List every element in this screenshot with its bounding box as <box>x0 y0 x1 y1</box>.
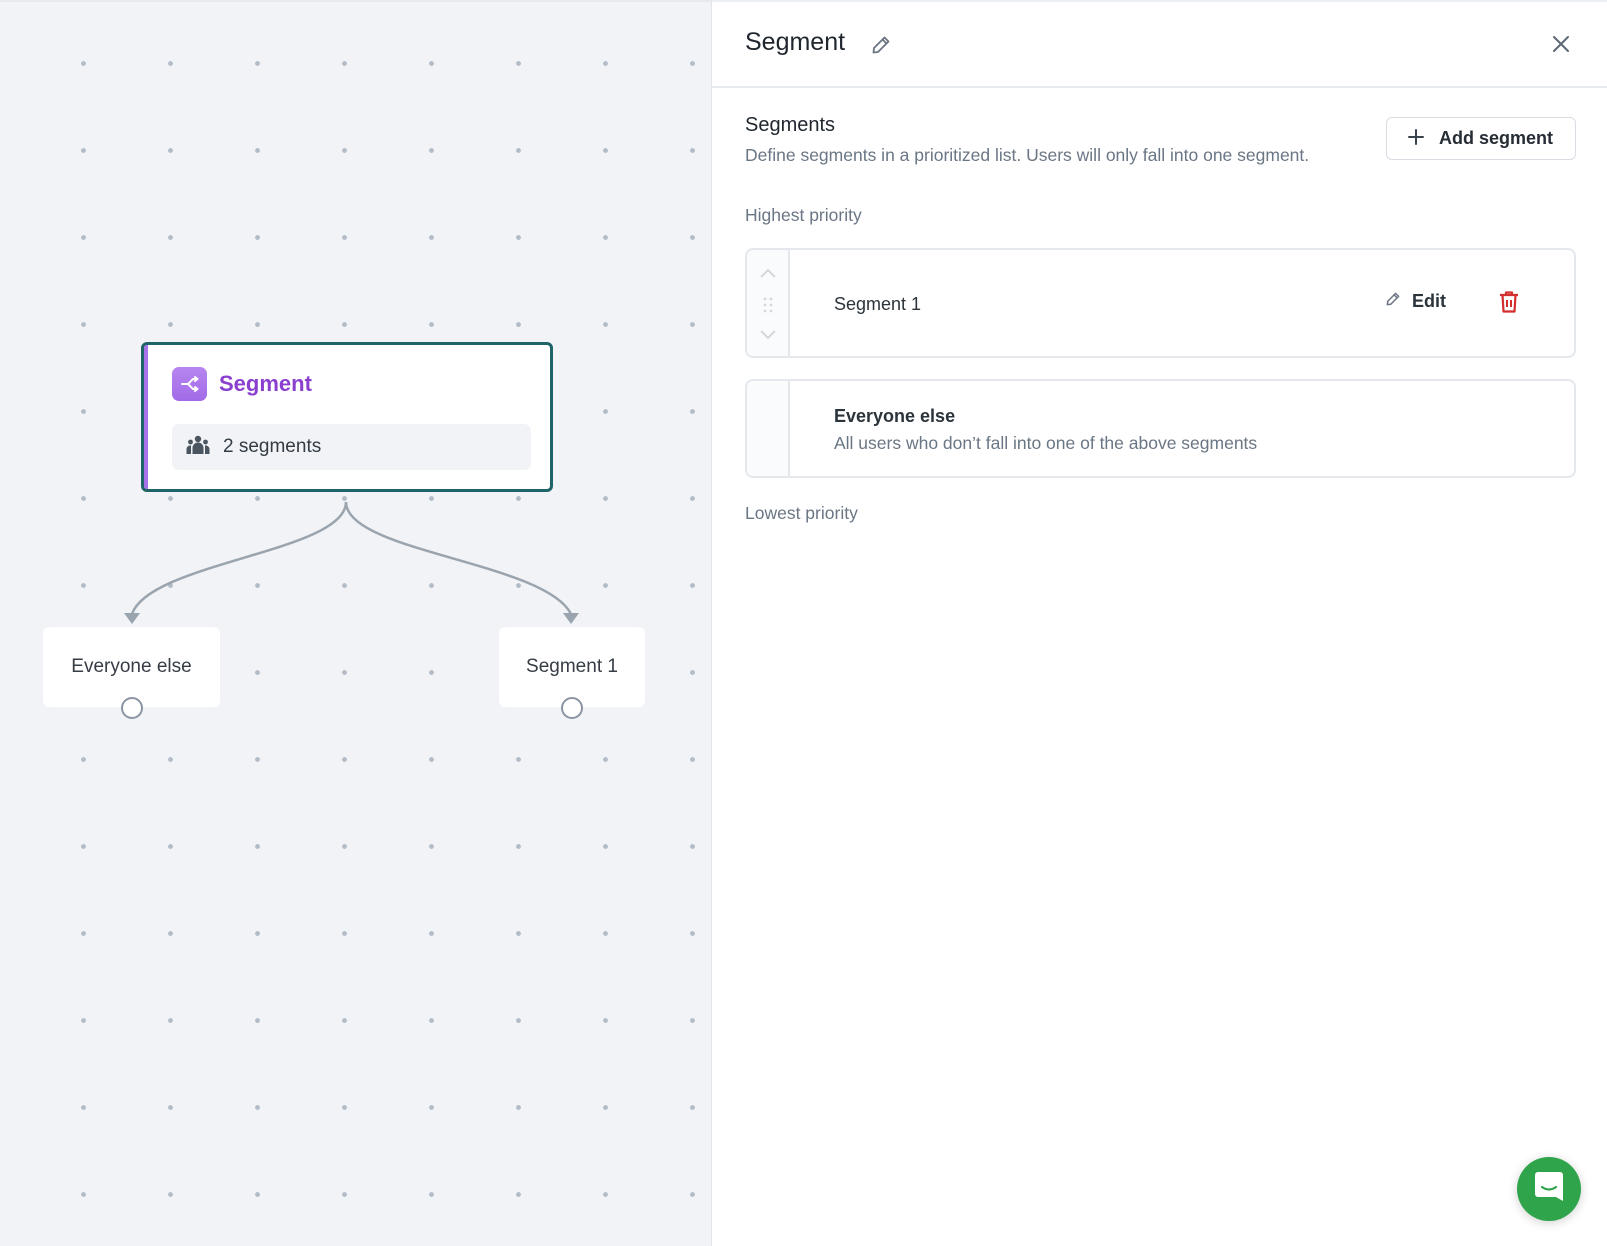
output-port[interactable] <box>120 697 143 719</box>
branch-label: Segment 1 <box>526 656 618 677</box>
reorder-handle[interactable] <box>747 250 790 356</box>
pencil-icon[interactable] <box>869 33 893 57</box>
fallback-description: All users who don’t fall into one of the… <box>834 433 1258 453</box>
edit-label: Edit <box>1412 291 1446 311</box>
arrowhead-segment-1 <box>563 613 579 624</box>
segment-node-title: Segment <box>219 371 312 396</box>
segment-name: Segment 1 <box>834 294 922 314</box>
add-segment-label: Add segment <box>1439 128 1554 148</box>
pencil-icon <box>1384 290 1402 313</box>
panel-header: Segment <box>712 2 1607 88</box>
edit-segment-button[interactable]: Edit <box>1384 290 1446 313</box>
segment-count: 2 segments <box>172 424 531 470</box>
node-accent-bar <box>144 345 148 489</box>
split-icon <box>172 367 207 401</box>
edge-to-everyone-else <box>130 501 348 615</box>
branch-label: Everyone else <box>71 656 192 677</box>
branch-edges <box>124 501 579 624</box>
segment-count-label: 2 segments <box>223 436 322 457</box>
fallback-segment-item: Everyone else All users who don’t fall i… <box>745 379 1576 478</box>
users-icon <box>186 435 210 460</box>
edge-to-segment-1 <box>344 501 573 615</box>
branch-node-everyone-else[interactable]: Everyone else <box>43 627 220 719</box>
add-segment-button[interactable]: Add segment <box>1386 117 1576 160</box>
fallback-name: Everyone else <box>834 406 956 426</box>
close-icon[interactable] <box>1547 30 1575 58</box>
segment-settings-panel: Segment Segments Define segments in a pr… <box>712 0 1607 1246</box>
move-up-icon[interactable] <box>758 266 778 284</box>
chat-widget-button[interactable] <box>1517 1157 1581 1221</box>
chat-icon <box>1534 1171 1564 1208</box>
panel-title: Segment <box>745 28 846 56</box>
branch-node-segment-1[interactable]: Segment 1 <box>499 627 645 719</box>
move-down-icon[interactable] <box>758 328 778 346</box>
trash-icon[interactable] <box>1498 290 1522 316</box>
output-port[interactable] <box>561 697 583 719</box>
flow-canvas[interactable]: Segment 2 segments Everyone else Segment… <box>0 0 712 1246</box>
highest-priority-label: Highest priority <box>745 205 862 225</box>
segment-node[interactable]: Segment 2 segments <box>141 342 553 492</box>
reorder-handle-disabled <box>747 381 790 476</box>
plus-icon <box>1407 128 1425 149</box>
section-title: Segments <box>745 114 836 136</box>
segment-list-item[interactable]: Segment 1 Edit <box>745 248 1576 358</box>
drag-handle-icon[interactable] <box>762 296 774 319</box>
lowest-priority-label: Lowest priority <box>745 503 858 523</box>
arrowhead-everyone-else <box>124 613 140 624</box>
section-description: Define segments in a prioritized list. U… <box>745 145 1310 165</box>
